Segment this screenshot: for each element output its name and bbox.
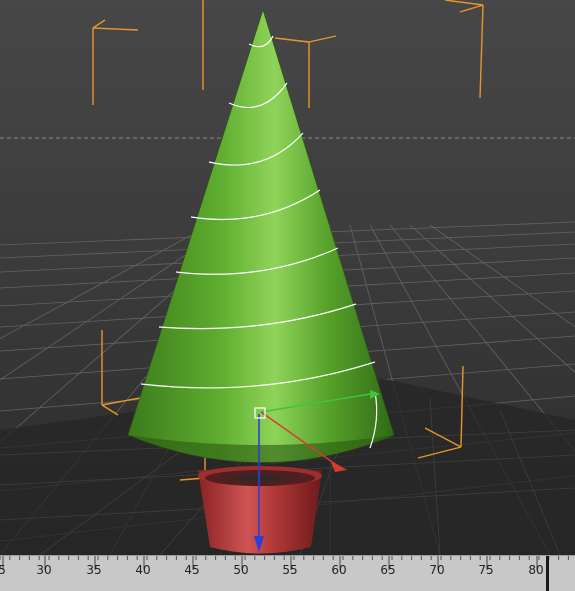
frame-label: 55 bbox=[282, 563, 297, 577]
current-time-marker[interactable] bbox=[546, 556, 549, 591]
frame-label: 30 bbox=[36, 563, 51, 577]
frame-label: 35 bbox=[86, 563, 101, 577]
frame-label: 45 bbox=[184, 563, 199, 577]
frame-label: 60 bbox=[331, 563, 346, 577]
time-slider-ruler[interactable]: 5 30 35 40 45 50 55 60 65 70 75 80 bbox=[0, 556, 575, 591]
time-slider[interactable]: 5 30 35 40 45 50 55 60 65 70 75 80 bbox=[0, 555, 575, 591]
frame-label: 65 bbox=[380, 563, 395, 577]
frame-label: 70 bbox=[429, 563, 444, 577]
frame-label: 50 bbox=[233, 563, 248, 577]
frame-label: 5 bbox=[0, 563, 6, 577]
3d-viewport[interactable] bbox=[0, 0, 575, 555]
frame-labels: 5 30 35 40 45 50 55 60 65 70 75 80 bbox=[0, 556, 549, 591]
frame-label: 80 bbox=[528, 563, 543, 577]
frame-label: 40 bbox=[135, 563, 150, 577]
frame-label: 75 bbox=[478, 563, 493, 577]
maya-workspace: 5 30 35 40 45 50 55 60 65 70 75 80 bbox=[0, 0, 575, 591]
